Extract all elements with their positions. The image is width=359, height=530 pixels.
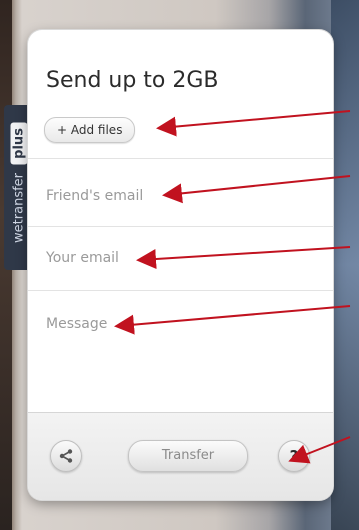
divider-1	[28, 158, 333, 159]
side-tab[interactable]: wetransfer plus	[4, 105, 30, 270]
side-tab-label: wetransfer	[11, 172, 27, 243]
question-icon: ?	[289, 447, 299, 465]
card-footer: Transfer ?	[28, 412, 333, 500]
divider-3	[28, 290, 333, 291]
add-files-button[interactable]: + Add files	[44, 117, 136, 143]
message-field[interactable]: Message	[46, 316, 107, 332]
share-button[interactable]	[50, 440, 82, 472]
transfer-button[interactable]: Transfer	[128, 440, 248, 472]
divider-2	[28, 226, 333, 227]
help-button[interactable]: ?	[278, 440, 310, 472]
transfer-card: Send up to 2GB + Add files Friend's emai…	[28, 30, 333, 500]
page-title: Send up to 2GB	[46, 68, 219, 93]
your-email-field[interactable]: Your email	[46, 250, 119, 266]
side-tab-text: wetransfer plus	[10, 113, 28, 253]
side-tab-plus-badge: plus	[10, 122, 28, 165]
share-icon	[59, 449, 73, 463]
friends-email-field[interactable]: Friend's email	[46, 188, 143, 204]
background-right-strip	[331, 0, 359, 530]
